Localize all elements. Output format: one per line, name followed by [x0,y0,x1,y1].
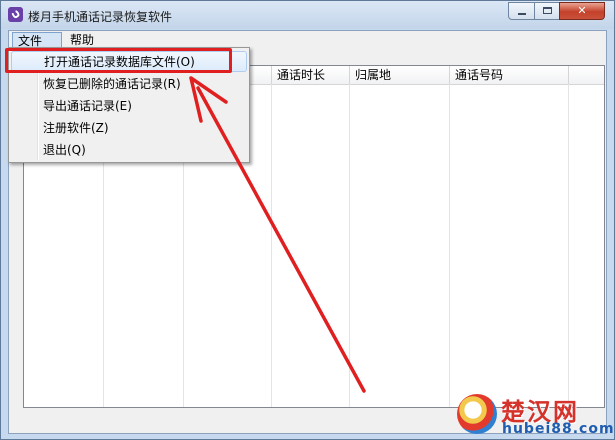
site-logo-icon [457,394,497,434]
watermark-url: hubei88.com [502,421,615,437]
site-watermark: 楚汉网 hubei88.com [455,392,615,440]
annotation-arrow [189,76,366,393]
